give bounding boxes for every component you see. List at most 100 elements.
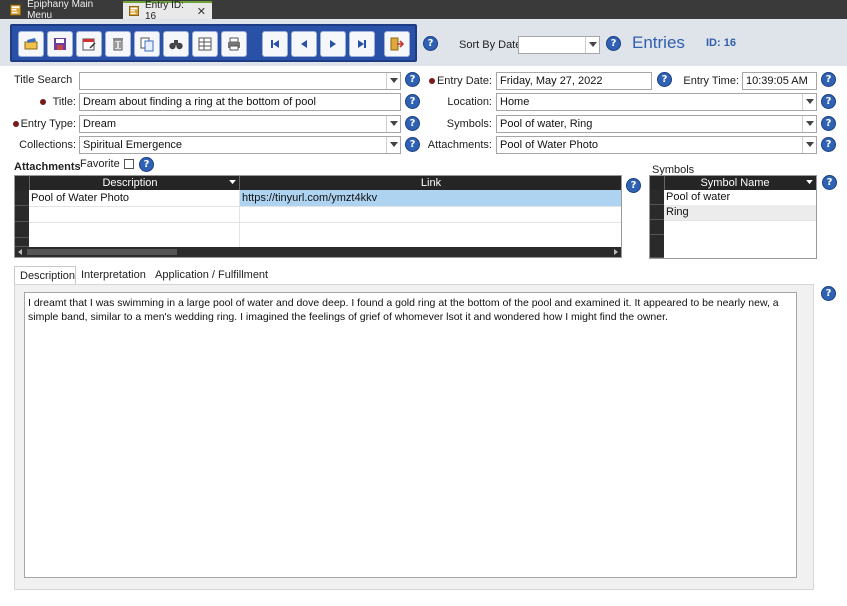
symbols-combo[interactable]: Pool of water, Ring [496, 115, 817, 133]
filter-arrow-icon[interactable] [806, 180, 813, 185]
attachment-link-cell[interactable]: https://tinyurl.com/ymzt4kkv [239, 190, 621, 206]
page-title: Entries [632, 33, 685, 52]
scroll-thumb[interactable] [27, 249, 177, 255]
first-record-button[interactable] [262, 31, 288, 57]
delete-icon [113, 38, 123, 51]
help-icon[interactable]: ? [405, 72, 420, 87]
filter-arrow-icon[interactable] [229, 180, 236, 185]
location-label: Location: [447, 96, 492, 108]
collections-label: Collections: [19, 139, 76, 151]
favorite-checkbox[interactable] [124, 159, 134, 169]
tab-application-fulfillment[interactable]: Application / Fulfillment [150, 266, 274, 284]
description-memo[interactable]: I dreamt that I was swimming in a large … [24, 292, 797, 578]
row-selector[interactable] [15, 238, 29, 247]
previous-record-button[interactable] [291, 31, 317, 57]
sort-by-date-combo[interactable] [518, 36, 600, 54]
column-header-symbol-name[interactable]: Symbol Name [664, 176, 816, 190]
symbol-cell[interactable]: Pool of water [666, 191, 814, 203]
entry-time-label: Entry Time: [683, 75, 739, 87]
calendar-edit-icon [82, 38, 96, 51]
last-record-icon [358, 40, 366, 48]
chevron-down-icon[interactable] [386, 73, 400, 89]
scroll-right-icon[interactable] [613, 249, 619, 255]
attachments-label: Attachments: [427, 139, 492, 151]
column-header-description[interactable]: Description [29, 176, 239, 190]
first-record-icon [271, 40, 279, 48]
help-icon[interactable]: ? [139, 157, 154, 172]
last-record-button[interactable] [349, 31, 375, 57]
chevron-down-icon[interactable] [386, 116, 400, 132]
collections-combo[interactable]: Spiritual Emergence [79, 136, 401, 154]
entry-time-field[interactable]: 10:39:05 AM [742, 72, 817, 90]
copy-record-button[interactable] [134, 31, 160, 57]
form-icon [129, 6, 139, 16]
help-icon[interactable]: ? [405, 116, 420, 131]
edit-entry-button[interactable] [76, 31, 102, 57]
entry-date-field[interactable]: Friday, May 27, 2022 [496, 72, 652, 90]
help-icon[interactable]: ? [821, 116, 836, 131]
table-icon [198, 37, 212, 51]
row-selector[interactable] [15, 190, 29, 206]
close-icon[interactable]: ✕ [197, 5, 206, 18]
chevron-down-icon[interactable] [802, 137, 816, 153]
row-selector[interactable] [650, 205, 664, 220]
help-icon[interactable]: ? [657, 72, 672, 87]
tab-epiphany-main-menu[interactable]: Epiphany Main Menu [4, 0, 120, 21]
help-icon[interactable]: ? [821, 94, 836, 109]
chevron-down-icon[interactable] [585, 37, 599, 53]
location-combo[interactable]: Home [496, 93, 817, 111]
chevron-down-icon[interactable] [802, 116, 816, 132]
row-selector[interactable] [650, 220, 664, 235]
help-icon[interactable]: ? [423, 36, 438, 51]
save-record-button[interactable] [47, 31, 73, 57]
chevron-down-icon[interactable] [802, 94, 816, 110]
find-button[interactable] [163, 31, 189, 57]
attachments-datasheet: Description Link Pool of Water Photo htt… [14, 175, 622, 258]
sort-by-date-label: Sort By Date [459, 39, 522, 51]
scroll-left-icon[interactable] [17, 249, 23, 255]
tab-interpretation[interactable]: Interpretation [76, 266, 150, 284]
title-search-combo[interactable] [79, 72, 401, 90]
datasheet-view-button[interactable] [192, 31, 218, 57]
horizontal-scrollbar[interactable] [15, 247, 621, 257]
find-icon [169, 40, 183, 50]
row-selector[interactable] [650, 235, 664, 258]
new-record-icon [24, 38, 38, 50]
print-button[interactable] [221, 31, 247, 57]
tab-entry-id[interactable]: Entry ID: 16 ✕ [123, 0, 212, 22]
save-icon [54, 38, 66, 50]
row-selector[interactable] [15, 222, 29, 238]
row-selector[interactable] [15, 206, 29, 222]
help-icon[interactable]: ? [626, 178, 641, 193]
required-bullet-icon [429, 78, 435, 84]
help-icon[interactable]: ? [606, 36, 621, 51]
tab-description[interactable]: Description [14, 266, 76, 284]
next-record-button[interactable] [320, 31, 346, 57]
new-record-button[interactable] [18, 31, 44, 57]
exit-button[interactable] [384, 31, 410, 57]
help-icon[interactable]: ? [822, 175, 837, 190]
symbols-label: Symbols: [446, 118, 492, 130]
help-icon[interactable]: ? [821, 286, 836, 301]
title-search-label: Title Search [14, 74, 73, 86]
title-label: Title: [52, 96, 76, 108]
row-selector[interactable] [650, 190, 664, 205]
help-icon[interactable]: ? [405, 94, 420, 109]
delete-record-button[interactable] [105, 31, 131, 57]
attachment-description-cell[interactable]: Pool of Water Photo [31, 192, 237, 204]
column-header-link[interactable]: Link [239, 176, 621, 190]
chevron-down-icon[interactable] [386, 137, 400, 153]
help-icon[interactable]: ? [405, 137, 420, 152]
title-field[interactable]: Dream about finding a ring at the bottom… [79, 93, 401, 111]
help-icon[interactable]: ? [821, 72, 836, 87]
entry-type-label: Entry Type: [20, 118, 76, 130]
select-all-corner[interactable] [650, 176, 664, 190]
symbol-cell[interactable]: Ring [664, 205, 816, 220]
exit-icon [390, 37, 405, 51]
entry-type-combo[interactable]: Dream [79, 115, 401, 133]
select-all-corner[interactable] [15, 176, 29, 190]
help-icon[interactable]: ? [821, 137, 836, 152]
previous-record-icon [301, 40, 307, 48]
attachments-combo[interactable]: Pool of Water Photo [496, 136, 817, 154]
required-bullet-icon [13, 121, 19, 127]
